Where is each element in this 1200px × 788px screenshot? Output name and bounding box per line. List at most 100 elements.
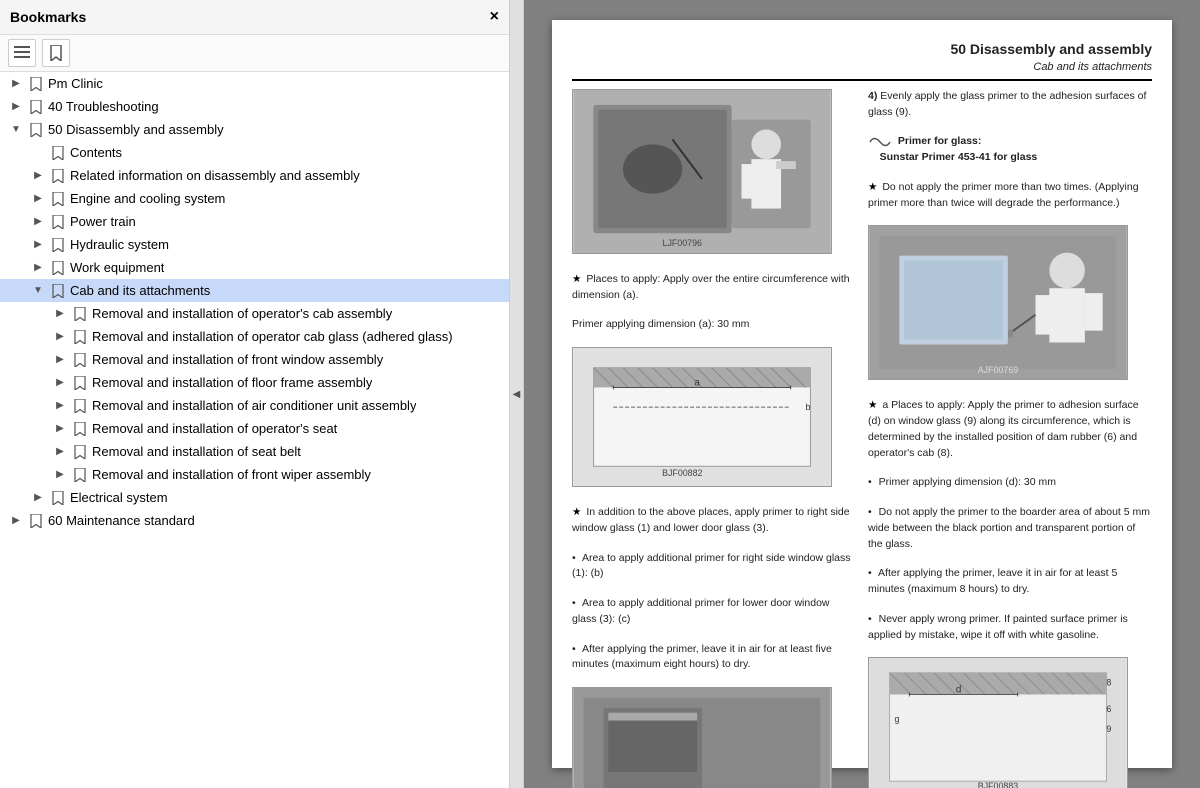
svg-text:a: a [694,378,700,389]
primer-bullet1: ★ Do not apply the primer more than two … [868,180,1152,212]
expander-op-seat[interactable]: ▶ [52,423,68,434]
expander-cab-attachments[interactable]: ▼ [30,285,46,296]
expander-front-window[interactable]: ▶ [52,354,68,365]
tree-label-cab-attachments: Cab and its attachments [70,283,210,298]
step4-text-block: ★ Places to apply: Apply over the entire… [572,272,856,304]
tree-label-electrical-system: Electrical system [70,490,168,505]
expander-engine-cooling[interactable]: ▶ [30,193,46,204]
svg-text:9: 9 [1106,724,1111,734]
tree-item-60-maintenance[interactable]: ▶ 60 Maintenance standard [0,509,509,532]
main-content[interactable]: 50 Disassembly and assembly Cab and its … [524,0,1200,788]
bookmark-svg [52,284,64,298]
primer-dim-label: Primer applying dimension (a): 30 mm [572,318,749,330]
tree-item-floor-frame[interactable]: ▶ Removal and installation of floor fram… [0,371,509,394]
bookmark-svg [74,399,86,413]
bookmark-icon-cab-attachments [50,284,66,298]
tree-item-engine-cooling[interactable]: ▶ Engine and cooling system [0,187,509,210]
bookmark-icon-front-window [72,353,88,367]
tree-item-related-info[interactable]: ▶ Related information on disassembly and… [0,164,509,187]
right-note4: • After applying the primer, leave it in… [868,566,1152,598]
image-block-4: b AJF00797 [572,687,856,788]
toolbar-bookmark-button[interactable] [42,39,70,67]
bookmarks-tree[interactable]: ▶ Pm Clinic▶ 40 Troubleshooting▼ 50 Disa… [0,72,509,788]
tree-label-power-train: Power train [70,214,136,229]
bookmark-svg [74,445,86,459]
right-note3: • Do not apply the primer to the boarder… [868,505,1152,552]
bookmark-svg [74,330,86,344]
page-subtitle: Cab and its attachments [572,60,1152,75]
bookmark-svg [52,491,64,505]
tree-label-op-cab-glass: Removal and installation of operator cab… [92,329,453,344]
expander-op-cab-glass[interactable]: ▶ [52,331,68,342]
bookmark-icon-work-equipment [50,261,66,275]
expander-op-cab-assembly[interactable]: ▶ [52,308,68,319]
bookmark-icon-air-conditioner [72,399,88,413]
bookmark-svg [52,169,64,183]
close-icon[interactable]: × [490,8,499,26]
bookmark-svg [30,77,42,91]
bookmark-svg [74,376,86,390]
bookmark-icon-op-cab-glass [72,330,88,344]
expander-power-train[interactable]: ▶ [30,216,46,227]
expander-air-conditioner[interactable]: ▶ [52,400,68,411]
image-block-3: a b BJF00882 [572,347,856,487]
toolbar-menu-button[interactable] [8,39,36,67]
expander-40-troubleshooting[interactable]: ▶ [8,101,24,112]
left-add-note-text: In addition to the above places, apply p… [572,506,850,534]
expander-electrical-system[interactable]: ▶ [30,492,46,503]
tree-label-pm-clinic: Pm Clinic [48,76,103,91]
photo-1: LJF00796 [572,89,832,254]
expander-hydraulic-system[interactable]: ▶ [30,239,46,250]
image-block-1: LJF00796 [572,89,856,254]
tree-item-hydraulic-system[interactable]: ▶ Hydraulic system [0,233,509,256]
bookmark-svg [52,192,64,206]
tree-item-op-cab-glass[interactable]: ▶ Removal and installation of operator c… [0,325,509,348]
left-add-b2: • Area to apply additional primer for lo… [572,596,856,628]
tree-item-50-disassembly[interactable]: ▼ 50 Disassembly and assembly [0,118,509,141]
bookmark-svg [30,514,42,528]
tree-item-op-seat[interactable]: ▶ Removal and installation of operator's… [0,417,509,440]
sidebar-toolbar [0,35,509,72]
bookmarks-title: Bookmarks [10,9,86,25]
tree-item-power-train[interactable]: ▶ Power train [0,210,509,233]
tree-item-work-equipment[interactable]: ▶ Work equipment [0,256,509,279]
expander-related-info[interactable]: ▶ [30,170,46,181]
svg-text:8: 8 [1106,678,1111,688]
tree-label-hydraulic-system: Hydraulic system [70,237,169,252]
bookmark-svg [52,261,64,275]
tree-item-electrical-system[interactable]: ▶ Electrical system [0,486,509,509]
tree-item-seat-belt[interactable]: ▶ Removal and installation of seat belt [0,440,509,463]
primer-label-block: Primer for glass: Sunstar Primer 453-41 … [868,134,1152,166]
sidebar-header: Bookmarks × [0,0,509,35]
image-block-5: d g 8 6 9 BJF00883 [868,657,1152,788]
tree-label-op-cab-assembly: Removal and installation of operator's c… [92,306,392,321]
image-block-2: AJF00769 [868,225,1152,380]
tree-item-pm-clinic[interactable]: ▶ Pm Clinic [0,72,509,95]
expander-front-wiper[interactable]: ▶ [52,469,68,480]
bookmark-svg [30,123,42,137]
tree-label-front-window: Removal and installation of front window… [92,352,383,367]
tree-label-floor-frame: Removal and installation of floor frame … [92,375,372,390]
expander-50-disassembly[interactable]: ▼ [8,124,24,135]
tree-label-contents: Contents [70,145,122,160]
tree-item-cab-attachments[interactable]: ▼ Cab and its attachments [0,279,509,302]
bookmark-icon-op-cab-assembly [72,307,88,321]
tree-item-40-troubleshooting[interactable]: ▶ 40 Troubleshooting [0,95,509,118]
tree-item-op-cab-assembly[interactable]: ▶ Removal and installation of operator's… [0,302,509,325]
svg-text:6: 6 [1106,705,1111,715]
bookmark-icon-seat-belt [72,445,88,459]
tree-item-air-conditioner[interactable]: ▶ Removal and installation of air condit… [0,394,509,417]
bookmark-icon-50-disassembly [28,123,44,137]
collapse-handle[interactable]: ◀ [510,0,524,788]
expander-work-equipment[interactable]: ▶ [30,262,46,273]
expander-60-maintenance[interactable]: ▶ [8,515,24,526]
expander-floor-frame[interactable]: ▶ [52,377,68,388]
tree-item-front-window[interactable]: ▶ Removal and installation of front wind… [0,348,509,371]
bookmark-icon-electrical-system [50,491,66,505]
photo-5: d g 8 6 9 BJF00883 [868,657,1128,788]
tree-item-front-wiper[interactable]: ▶ Removal and installation of front wipe… [0,463,509,486]
expander-pm-clinic[interactable]: ▶ [8,78,24,89]
tree-item-contents[interactable]: Contents [0,141,509,164]
places-label: Places to apply: [586,273,660,285]
expander-seat-belt[interactable]: ▶ [52,446,68,457]
